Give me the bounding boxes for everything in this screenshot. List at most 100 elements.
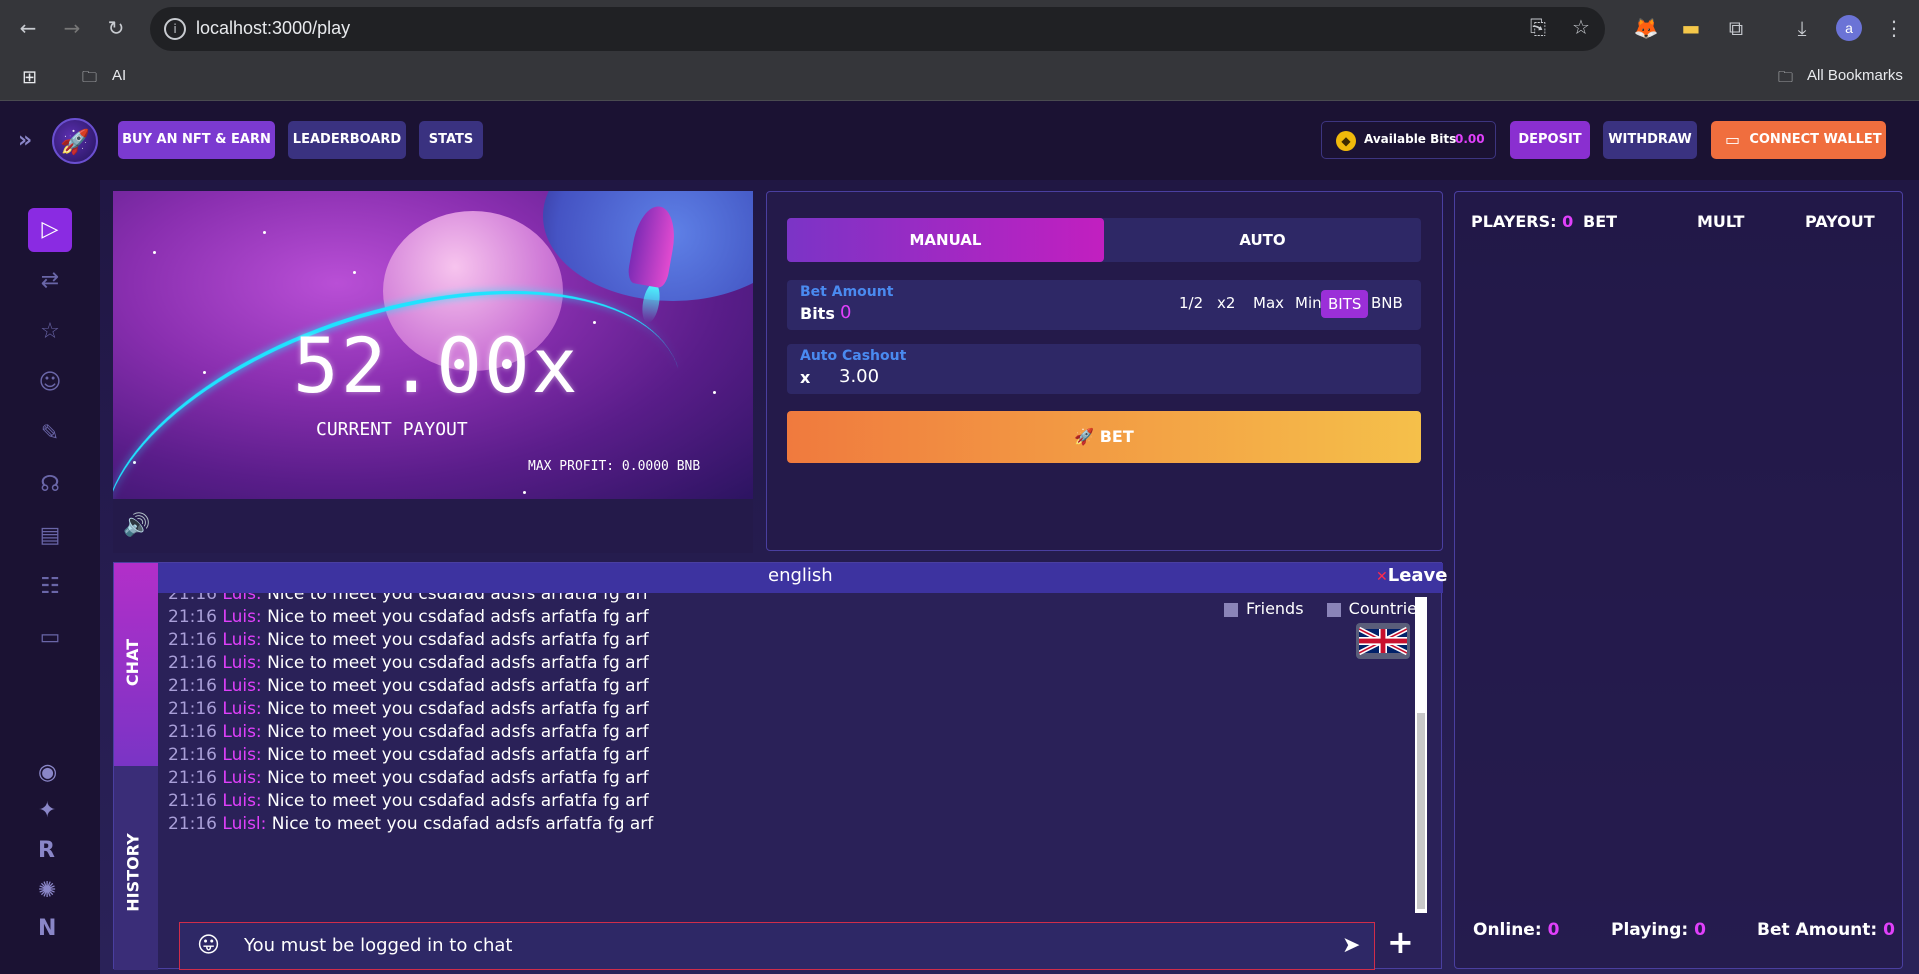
- auto-cashout-field[interactable]: Auto Cashout x 3.00: [787, 344, 1421, 394]
- speaker-icon[interactable]: 🔊: [123, 513, 150, 538]
- tab-history[interactable]: HISTORY: [124, 833, 143, 911]
- auto-cashout-input[interactable]: 3.00: [839, 366, 879, 387]
- swap-icon[interactable]: ⇄: [28, 259, 72, 303]
- tab-auto[interactable]: AUTO: [1104, 218, 1421, 262]
- tab-chat[interactable]: CHAT: [114, 563, 158, 766]
- message-text: Nice to meet you csdafad adsfs arfatfa f…: [267, 768, 649, 788]
- bet-panel: MANUAL AUTO Bet Amount Bits 0 1/2 x2 Max…: [766, 191, 1443, 551]
- n-logo-icon[interactable]: N: [38, 916, 56, 941]
- chat-message: 21:16 Luis: Nice to meet you csdafad ads…: [168, 676, 649, 696]
- chat-message: 21:16 Luis: Nice to meet you csdafad ads…: [168, 791, 649, 811]
- star-dot: [713, 391, 716, 394]
- message-user[interactable]: Luis:: [222, 791, 261, 811]
- players-label: PLAYERS: 0: [1471, 212, 1574, 231]
- play-icon[interactable]: ▷: [28, 208, 72, 252]
- url-text[interactable]: localhost:3000/play: [196, 18, 350, 39]
- available-value: 0.00: [1455, 132, 1485, 146]
- message-time: 21:16: [168, 630, 217, 650]
- message-user[interactable]: Luisl:: [222, 814, 266, 834]
- address-bar[interactable]: i localhost:3000/play ⎘ ☆: [150, 7, 1605, 51]
- all-bookmarks[interactable]: All Bookmarks: [1807, 67, 1903, 84]
- message-user[interactable]: Luis:: [222, 699, 261, 719]
- bookmark-star-icon[interactable]: ☆: [1572, 15, 1590, 39]
- message-time: 21:16: [168, 653, 217, 673]
- message-user[interactable]: Luis:: [222, 676, 261, 696]
- message-user[interactable]: Luis:: [222, 722, 261, 742]
- bet-amount-stat: Bet Amount: 0: [1757, 920, 1895, 940]
- users-icon[interactable]: ☷: [28, 565, 72, 609]
- star-dot: [203, 371, 206, 374]
- support-icon[interactable]: ☊: [28, 463, 72, 507]
- half-button[interactable]: 1/2: [1179, 294, 1203, 312]
- metamask-icon[interactable]: 🦊: [1632, 14, 1660, 42]
- face-icon[interactable]: ☺: [28, 361, 72, 405]
- bet-amount-input[interactable]: 0: [840, 302, 851, 323]
- top-nav: » 🚀 BUY AN NFT & EARN LEADERBOARD STATS …: [0, 101, 1919, 180]
- r-logo-icon[interactable]: R: [38, 838, 55, 863]
- bet-amount-unit: Bits: [800, 304, 835, 323]
- apps-grid-icon[interactable]: ⊞: [22, 67, 37, 88]
- uk-flag-icon[interactable]: [1356, 623, 1410, 659]
- add-icon[interactable]: +: [1387, 923, 1414, 961]
- browser-toolbar: ← → ↻ i localhost:3000/play ⎘ ☆ 🦊 ▬ ⧉ ⤓ …: [0, 0, 1919, 58]
- chat-filters: Friends Countries: [1224, 599, 1425, 618]
- chat-message: 21:16 Luis: Nice to meet you csdafad ads…: [168, 745, 649, 765]
- deposit-button[interactable]: DEPOSIT: [1510, 121, 1590, 159]
- message-user[interactable]: Luis:: [222, 653, 261, 673]
- pencil-icon[interactable]: ✎: [28, 412, 72, 456]
- chat-input[interactable]: 😛 You must be logged in to chat ➤: [179, 922, 1375, 970]
- message-text: Nice to meet you csdafad adsfs arfatfa f…: [267, 653, 649, 673]
- wallet-extension-icon[interactable]: ▬: [1677, 14, 1705, 42]
- expand-sidebar-icon[interactable]: »: [18, 128, 32, 153]
- bits-currency-button[interactable]: BITS: [1321, 290, 1369, 318]
- document-icon[interactable]: ▭: [28, 616, 72, 660]
- table-icon[interactable]: ▤: [28, 514, 72, 558]
- available-bits: ◆ Available Bits 0.00: [1321, 121, 1496, 159]
- tab-manual[interactable]: MANUAL: [787, 218, 1104, 262]
- withdraw-button[interactable]: WITHDRAW: [1603, 121, 1697, 159]
- countries-checkbox[interactable]: [1326, 602, 1341, 617]
- message-user[interactable]: Luis:: [222, 593, 261, 604]
- chat-scrollbar-thumb[interactable]: [1417, 713, 1425, 909]
- message-user[interactable]: Luis:: [222, 630, 261, 650]
- twitter-icon[interactable]: ✦: [38, 798, 56, 823]
- chat-message: 21:16 Luis: Nice to meet you csdafad ads…: [168, 722, 649, 742]
- menu-kebab-icon[interactable]: ⋮: [1880, 14, 1908, 42]
- download-icon[interactable]: ⤓: [1788, 14, 1816, 42]
- back-icon[interactable]: ←: [14, 14, 42, 42]
- asterisk-icon[interactable]: ✺: [38, 878, 56, 903]
- friends-label: Friends: [1246, 599, 1304, 618]
- emoji-icon[interactable]: 😛: [197, 933, 220, 958]
- min-button[interactable]: Min: [1295, 294, 1322, 312]
- extensions-icon[interactable]: ⧉: [1722, 14, 1750, 42]
- message-user[interactable]: Luis:: [222, 768, 261, 788]
- bet-button[interactable]: 🚀 BET: [787, 411, 1421, 463]
- bnb-currency-button[interactable]: BNB: [1371, 294, 1403, 312]
- leave-button[interactable]: ✕Leave: [1376, 565, 1448, 586]
- buy-nft-button[interactable]: BUY AN NFT & EARN: [118, 121, 275, 159]
- message-user[interactable]: Luis:: [222, 745, 261, 765]
- folder-icon: 🗀: [82, 69, 98, 86]
- max-button[interactable]: Max: [1253, 294, 1284, 312]
- bet-amount-field[interactable]: Bet Amount Bits 0 1/2 x2 Max Min BITS BN…: [787, 280, 1421, 330]
- folder-icon: 🗀: [1778, 69, 1794, 86]
- install-icon[interactable]: ⎘: [1530, 15, 1546, 39]
- star-icon[interactable]: ☆: [28, 310, 72, 354]
- send-icon[interactable]: ➤: [1342, 933, 1360, 958]
- chat-panel: CHAT HISTORY english ✕Leave 21:16 Luis: …: [113, 562, 1448, 970]
- double-button[interactable]: x2: [1217, 294, 1235, 312]
- leaderboard-button[interactable]: LEADERBOARD: [288, 121, 406, 159]
- chat-input-placeholder: You must be logged in to chat: [244, 935, 513, 956]
- message-user[interactable]: Luis:: [222, 607, 261, 627]
- reload-icon[interactable]: ↻: [102, 14, 130, 42]
- friends-checkbox[interactable]: [1224, 602, 1238, 617]
- site-info-icon[interactable]: i: [164, 18, 186, 40]
- rocket-logo[interactable]: 🚀: [52, 118, 98, 164]
- profile-avatar[interactable]: a: [1836, 15, 1862, 41]
- forward-icon[interactable]: →: [58, 14, 86, 42]
- bookmark-folder-ai[interactable]: AI: [112, 67, 126, 84]
- connect-wallet-button[interactable]: ▭ CONNECT WALLET: [1711, 121, 1886, 159]
- message-time: 21:16: [168, 676, 217, 696]
- stats-button[interactable]: STATS: [419, 121, 483, 159]
- discord-icon[interactable]: ◉: [38, 760, 57, 785]
